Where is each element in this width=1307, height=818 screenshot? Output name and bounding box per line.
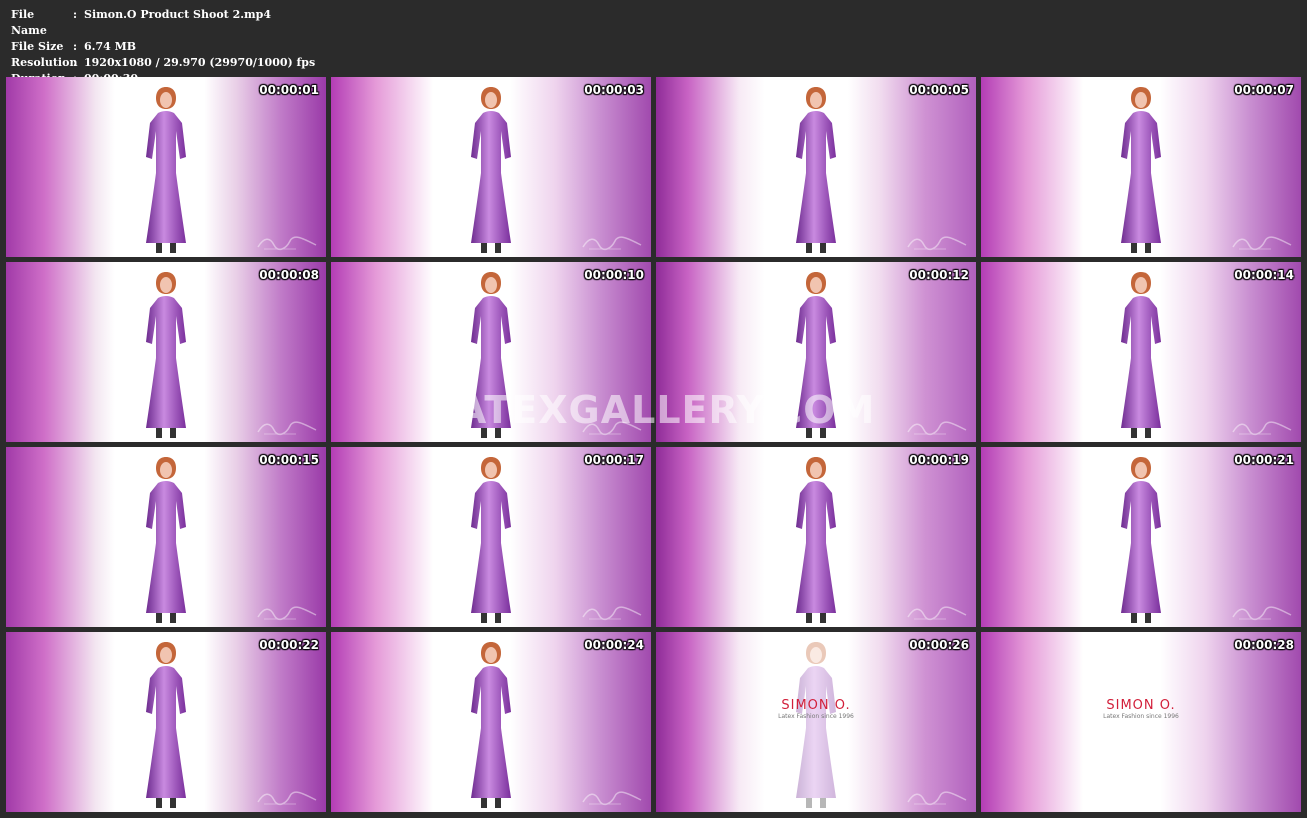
model-figure [786,268,846,442]
thumbnail-frame: 00:00:01 [6,77,326,257]
timestamp: 00:00:14 [1234,268,1294,282]
model-figure [136,453,196,627]
logo-watermark-icon [257,606,317,621]
model-figure [786,453,846,627]
thumbnail-frame: 00:00:22 [6,632,326,812]
timestamp: 00:00:17 [584,453,644,467]
logo-watermark-icon [1232,236,1292,251]
brand-name: SIMON O. [1106,698,1176,713]
model-figure [461,83,521,257]
timestamp: 00:00:24 [584,638,644,652]
logo-watermark-icon [1232,421,1292,436]
timestamp: 00:00:28 [1234,638,1294,652]
thumbnail-frame: 00:00:12 [656,262,976,442]
file-name-row: File Name : Simon.O Product Shoot 2.mp4 [11,7,315,39]
brand-logo: SIMON O. Latex Fashion since 1996 [981,698,1301,720]
thumbnail-frame: 00:00:17 [331,447,651,627]
thumbnail-frame: SIMON O. Latex Fashion since 1996 00:00:… [981,632,1301,812]
logo-watermark-icon [1232,606,1292,621]
thumbnail-frame: 00:00:24 [331,632,651,812]
file-size-value: 6.74 MB [84,40,137,53]
thumbnail-frame: 00:00:05 [656,77,976,257]
model-figure [461,268,521,442]
resolution-label: Resolution [11,56,78,69]
brand-logo: SIMON O. Latex Fashion since 1996 [656,698,976,720]
resolution-row: Resolution : 1920x1080 / 29.970 (29970/1… [11,55,315,71]
thumbnail-frame: 00:00:10 [331,262,651,442]
file-name-label: File Name [11,8,47,37]
logo-watermark-icon [257,236,317,251]
brand-name: SIMON O. [781,698,851,713]
logo-watermark-icon [582,606,642,621]
separator: : [73,8,78,21]
file-info: File Name : Simon.O Product Shoot 2.mp4 … [11,7,315,87]
model-figure [786,83,846,257]
brand-tagline: Latex Fashion since 1996 [1103,713,1179,720]
timestamp: 00:00:21 [1234,453,1294,467]
model-figure [136,638,196,812]
model-figure [1111,453,1171,627]
thumbnail-frame: 00:00:21 [981,447,1301,627]
resolution-value: 1920x1080 / 29.970 (29970/1000) fps [84,56,316,69]
model-figure [136,268,196,442]
timestamp: 00:00:01 [259,83,319,97]
timestamp: 00:00:15 [259,453,319,467]
model-figure [1111,268,1171,442]
model-figure [461,638,521,812]
timestamp: 00:00:05 [909,83,969,97]
timestamp: 00:00:22 [259,638,319,652]
timestamp: 00:00:07 [1234,83,1294,97]
thumbnail-grid: 00:00:01 00:00:03 00:00:05 00:00:07 00:0… [6,77,1301,812]
logo-watermark-icon [907,606,967,621]
brand-tagline: Latex Fashion since 1996 [778,713,854,720]
logo-watermark-icon [907,791,967,806]
thumbnail-frame: 00:00:15 [6,447,326,627]
logo-watermark-icon [907,236,967,251]
logo-watermark-icon [907,421,967,436]
thumbnail-frame: 00:00:14 [981,262,1301,442]
timestamp: 00:00:08 [259,268,319,282]
logo-watermark-icon [257,421,317,436]
thumbnail-frame: 00:00:19 [656,447,976,627]
thumbnail-frame: 00:00:08 [6,262,326,442]
logo-watermark-icon [257,791,317,806]
timestamp: 00:00:19 [909,453,969,467]
file-size-row: File Size : 6.74 MB [11,39,315,55]
logo-watermark-icon [582,791,642,806]
logo-watermark-icon [582,236,642,251]
timestamp: 00:00:10 [584,268,644,282]
model-figure [1111,83,1171,257]
separator: : [73,40,78,53]
logo-watermark-icon [582,421,642,436]
timestamp: 00:00:12 [909,268,969,282]
model-figure [461,453,521,627]
thumbnail-frame: 00:00:07 [981,77,1301,257]
model-figure [136,83,196,257]
file-name-value: Simon.O Product Shoot 2.mp4 [84,8,272,21]
separator: : [73,56,78,69]
thumbnail-frame: 00:00:03 [331,77,651,257]
model-figure [786,638,846,812]
file-size-label: File Size [11,40,64,53]
thumbnail-frame: SIMON O. Latex Fashion since 1996 00:00:… [656,632,976,812]
timestamp: 00:00:26 [909,638,969,652]
timestamp: 00:00:03 [584,83,644,97]
